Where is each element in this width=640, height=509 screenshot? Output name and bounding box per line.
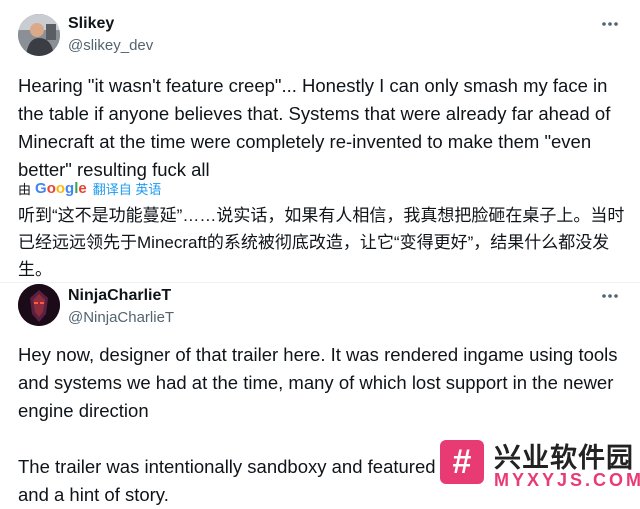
google-logo: Google bbox=[35, 179, 87, 197]
more-horizontal-icon bbox=[602, 22, 618, 26]
logo-glyph: # bbox=[452, 443, 472, 481]
more-horizontal-icon bbox=[602, 294, 618, 298]
author-handle[interactable]: @NinjaCharlieT bbox=[68, 309, 174, 326]
tweet-slikey[interactable]: Slikey @slikey_dev Hearing "it wasn't fe… bbox=[0, 0, 640, 282]
author-name[interactable]: NinjaCharlieT bbox=[68, 287, 171, 305]
more-options-icon[interactable] bbox=[600, 14, 620, 39]
tweet-text-paragraph: Hey now, designer of that trailer here. … bbox=[18, 344, 618, 421]
tweet-text: Hearing "it wasn't feature creep"... Hon… bbox=[18, 75, 611, 180]
translated-text: 听到“这不是功能蔓延”……说实话，如果有人相信，我真想把脸砸在桌子上。当时已经远… bbox=[18, 206, 625, 279]
more-options-icon[interactable] bbox=[600, 286, 620, 311]
translate-source-link[interactable]: 翻译自 英语 bbox=[93, 179, 162, 198]
author-handle[interactable]: @slikey_dev bbox=[68, 37, 153, 54]
author-name[interactable]: Slikey bbox=[68, 15, 114, 33]
site-watermark: # 兴业软件园 MYXYJS.COM bbox=[440, 436, 640, 498]
avatar[interactable] bbox=[18, 284, 60, 326]
avatar[interactable] bbox=[18, 14, 60, 56]
watermark-url: MYXYJS.COM bbox=[494, 470, 640, 490]
translation-attribution: 由 Google 翻译自 英语 bbox=[18, 178, 161, 198]
translate-prefix: 由 bbox=[18, 181, 32, 197]
avatar-image bbox=[18, 14, 60, 56]
hash-logo-icon: # bbox=[440, 440, 484, 484]
